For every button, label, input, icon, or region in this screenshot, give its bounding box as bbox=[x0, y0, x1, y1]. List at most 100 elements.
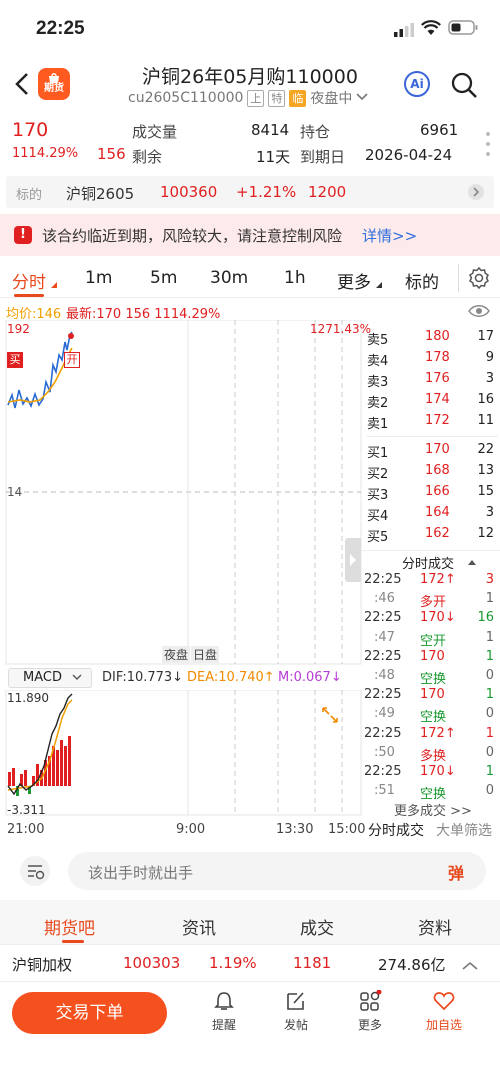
tab-forum-underline bbox=[62, 940, 84, 943]
tick-price: 多换 bbox=[420, 748, 447, 764]
ai-button[interactable]: Ai bbox=[404, 71, 430, 97]
tab-news[interactable]: 资讯 bbox=[182, 914, 216, 939]
ask-4[interactable]: 卖4 178 9 bbox=[362, 350, 500, 370]
tick-time: :51 bbox=[374, 783, 395, 799]
more-ticks-link[interactable]: 更多成交 >> bbox=[394, 800, 472, 819]
book-divider bbox=[366, 436, 498, 437]
remind-button[interactable]: 提醒 bbox=[204, 990, 244, 1033]
tab-5m[interactable]: 5m bbox=[150, 268, 177, 288]
chevron-down-icon bbox=[356, 90, 368, 106]
more-button[interactable]: 更多 bbox=[350, 989, 390, 1033]
tab-big-orders[interactable]: 大单筛选 bbox=[436, 820, 492, 840]
bell-icon bbox=[214, 992, 234, 1010]
bid-price: 162 bbox=[425, 526, 450, 541]
corner-triangle-icon bbox=[51, 282, 58, 288]
tick-price: 170↓ bbox=[420, 764, 456, 779]
bid-2[interactable]: 买2 168 13 bbox=[362, 463, 500, 483]
tick-volume: 1 bbox=[485, 764, 494, 779]
ask-label: 卖2 bbox=[367, 396, 389, 411]
heart-icon bbox=[433, 992, 455, 1011]
search-icon[interactable] bbox=[450, 71, 478, 103]
bid-volume: 3 bbox=[485, 505, 494, 520]
ask-5[interactable]: 卖5 180 17 bbox=[362, 329, 500, 349]
tab-1h[interactable]: 1h bbox=[284, 268, 306, 288]
tick-row: :47 空开 1 bbox=[362, 630, 500, 649]
ask-volume: 3 bbox=[485, 371, 494, 386]
oi-label: 持仓 bbox=[300, 123, 331, 141]
expand-icon[interactable] bbox=[318, 703, 342, 731]
post-button[interactable]: 发帖 bbox=[276, 990, 316, 1033]
ask-volume: 17 bbox=[477, 329, 494, 344]
bid-1[interactable]: 买1 170 22 bbox=[362, 442, 500, 462]
warning-icon: ! bbox=[14, 226, 32, 244]
macd-chart[interactable] bbox=[0, 690, 362, 818]
macd-dif: DIF:10.773↓ bbox=[102, 670, 184, 685]
ask-1[interactable]: 卖1 172 11 bbox=[362, 413, 500, 433]
signal-icon bbox=[394, 22, 416, 41]
macd-selector[interactable]: MACD bbox=[8, 668, 92, 688]
ask-label: 卖3 bbox=[367, 375, 389, 390]
tick-volume: 0 bbox=[485, 783, 494, 799]
warning-details-link[interactable]: 详情>> bbox=[362, 225, 417, 246]
status-bar: 22:25 bbox=[0, 0, 500, 54]
bid-label: 买1 bbox=[367, 446, 389, 461]
collapse-panel-handle[interactable] bbox=[345, 538, 361, 582]
filter-icon[interactable] bbox=[20, 856, 50, 890]
remain-value: 11天 bbox=[256, 148, 291, 166]
ask-3[interactable]: 卖3 176 3 bbox=[362, 371, 500, 391]
ticker-pct: 1.19% bbox=[209, 954, 257, 972]
ticks-header[interactable]: 分时成交 bbox=[362, 550, 500, 572]
tick-row: 22:25 170 1 bbox=[362, 649, 500, 668]
x-label-close: 15:00 bbox=[328, 822, 366, 837]
danmu-toggle[interactable]: 弹 bbox=[448, 860, 464, 884]
special-tag: 特 bbox=[268, 89, 286, 107]
more-dots-icon[interactable] bbox=[485, 131, 491, 161]
change-abs: 156 bbox=[97, 145, 126, 163]
tick-row: :49 空换 0 bbox=[362, 706, 500, 725]
comment-input[interactable]: 该出手时就出手 弹 bbox=[68, 852, 486, 890]
tab-info[interactable]: 资料 bbox=[418, 914, 452, 939]
tab-intraday[interactable]: 分时 bbox=[12, 268, 58, 293]
bid-label: 买5 bbox=[367, 530, 389, 545]
bid-5[interactable]: 买5 162 12 bbox=[362, 526, 500, 546]
tick-row: 22:25 170 1 bbox=[362, 687, 500, 706]
favorite-button[interactable]: 加自选 bbox=[422, 990, 466, 1033]
tab-more[interactable]: 更多 bbox=[337, 268, 383, 293]
x-label-day: 9:00 bbox=[176, 822, 206, 837]
header: 期货 沪铜26年05月购110000 cu2605C110000 上 特 临 夜… bbox=[0, 54, 500, 114]
chevron-up-icon[interactable] bbox=[462, 957, 478, 975]
underlying-price: 100360 bbox=[160, 183, 218, 201]
tick-time: :46 bbox=[374, 591, 395, 607]
edit-icon bbox=[287, 992, 304, 1010]
macd-label: MACD bbox=[23, 670, 62, 685]
last-price: 170 bbox=[12, 119, 49, 141]
ask-2[interactable]: 卖2 174 16 bbox=[362, 392, 500, 412]
bid-4[interactable]: 买4 164 3 bbox=[362, 505, 500, 525]
tab-trades[interactable]: 成交 bbox=[300, 914, 334, 939]
y-axis-mid: 14 bbox=[7, 485, 23, 499]
contract-subtitle[interactable]: cu2605C110000 上 特 临 夜盘中 bbox=[128, 88, 368, 108]
status-time: 22:25 bbox=[36, 18, 85, 39]
tick-volume: 0 bbox=[485, 668, 494, 683]
quote-panel: 170 1114.29% 156 成交量 8414 持仓 6961 剩余 11天… bbox=[0, 114, 500, 174]
ticker-name: 沪铜加权 bbox=[12, 956, 73, 974]
intraday-chart[interactable] bbox=[0, 320, 362, 665]
bid-3[interactable]: 买3 166 15 bbox=[362, 484, 500, 504]
tick-time: 22:25 bbox=[364, 572, 402, 587]
tab-forum[interactable]: 期货吧 bbox=[44, 914, 95, 939]
ask-label: 卖4 bbox=[367, 354, 389, 369]
trade-button[interactable]: 交易下单 bbox=[12, 992, 167, 1034]
gear-icon[interactable] bbox=[467, 266, 491, 295]
tick-volume: 3 bbox=[485, 572, 494, 587]
tick-time: 22:25 bbox=[364, 610, 402, 626]
underlying-row[interactable]: 标的 沪铜2605 100360 +1.21% 1200 bbox=[6, 176, 494, 208]
eye-icon[interactable] bbox=[468, 303, 490, 322]
tab-1m[interactable]: 1m bbox=[85, 268, 112, 288]
change-pct: 1114.29% bbox=[12, 146, 79, 161]
tab-underlying[interactable]: 标的 bbox=[405, 268, 439, 293]
ticker-bar[interactable]: 沪铜加权 100303 1.19% 1181 274.86亿 bbox=[0, 944, 500, 982]
risk-warning-banner: ! 该合约临近到期，风险较大，请注意控制风险 详情>> bbox=[0, 214, 500, 256]
bid-price: 164 bbox=[425, 505, 450, 520]
tab-ticks[interactable]: 分时成交 bbox=[368, 820, 424, 840]
tab-30m[interactable]: 30m bbox=[210, 268, 248, 288]
